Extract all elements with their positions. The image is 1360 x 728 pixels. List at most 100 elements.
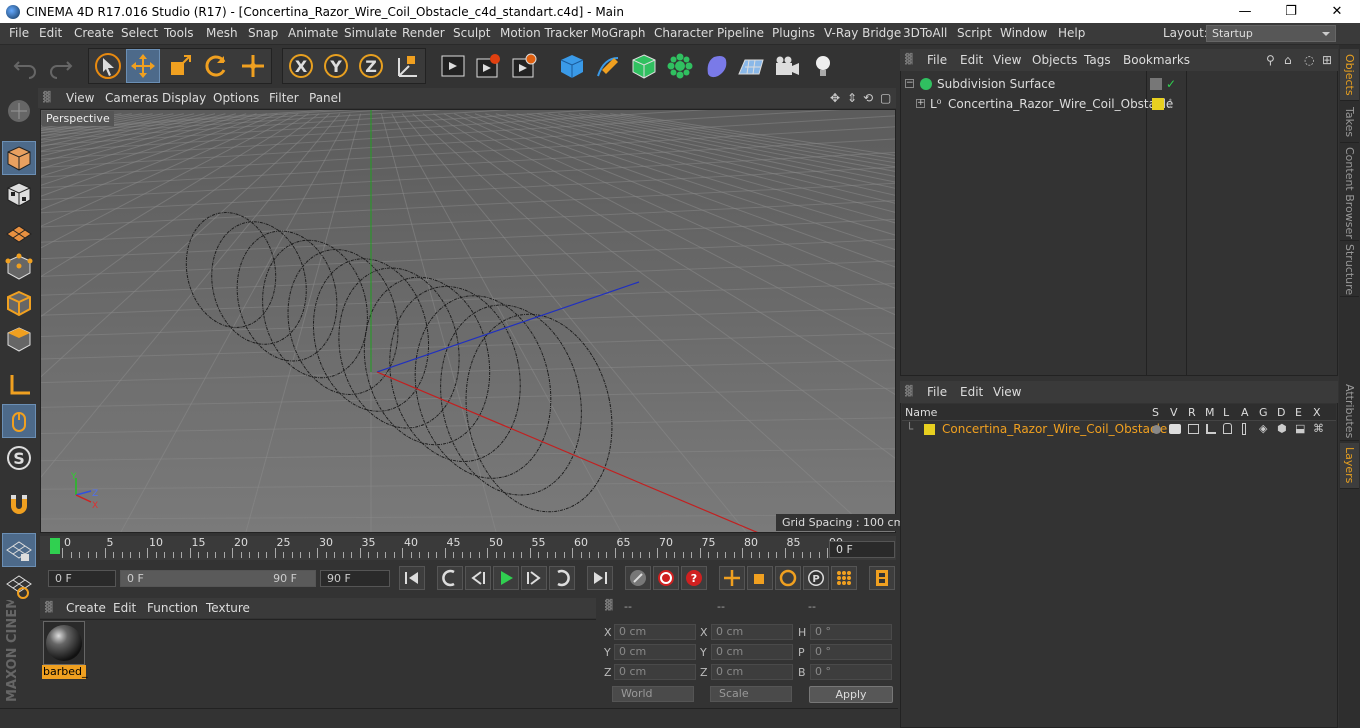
next-keyframe-icon[interactable] bbox=[549, 566, 575, 590]
key-position-icon[interactable] bbox=[719, 566, 745, 590]
points-mode-icon[interactable] bbox=[2, 250, 36, 284]
tab-attributes[interactable]: Attributes bbox=[1340, 383, 1359, 441]
layer-lock-icon[interactable] bbox=[1223, 423, 1232, 434]
viewport-perspective[interactable]: Y Z X bbox=[40, 109, 896, 533]
coordinate-mode-select[interactable]: World bbox=[612, 686, 694, 702]
rot-h-field[interactable]: 0 ° bbox=[810, 624, 892, 640]
viewport-menu-panel[interactable]: Panel bbox=[309, 91, 341, 105]
viewport-camera-label[interactable]: Perspective bbox=[42, 111, 114, 126]
menu-plugins[interactable]: Plugins bbox=[772, 26, 815, 40]
viewport-menu-options[interactable]: Options bbox=[213, 91, 259, 105]
minimize-button[interactable]: — bbox=[1222, 0, 1268, 23]
apply-button[interactable]: Apply bbox=[809, 686, 893, 703]
objects-home-icon[interactable]: ⌂ bbox=[1284, 53, 1292, 67]
menu-file[interactable]: File bbox=[9, 26, 29, 40]
viewport-canvas[interactable]: Y Z X bbox=[41, 110, 896, 533]
rot-b-field[interactable]: 0 ° bbox=[810, 664, 892, 680]
end-frame-field[interactable]: 90 F bbox=[320, 570, 390, 587]
objects-menu-view[interactable]: View bbox=[993, 53, 1021, 67]
pos-y-field[interactable]: 0 cm bbox=[614, 644, 696, 660]
layers-menu-edit[interactable]: Edit bbox=[960, 385, 983, 399]
menu-motion-tracker[interactable]: Motion Tracker bbox=[500, 26, 588, 40]
select-arrow-icon[interactable] bbox=[91, 49, 125, 83]
objects-search-icon[interactable]: ⚲ bbox=[1266, 53, 1275, 67]
objects-menu-tags[interactable]: Tags bbox=[1084, 53, 1111, 67]
layer-row[interactable]: └ Concertina_Razor_Wire_Coil_Obstacle ◈ … bbox=[902, 421, 1336, 438]
material-name-label[interactable]: barbed_ bbox=[42, 665, 87, 679]
viewport-maximize-icon[interactable]: ▢ bbox=[880, 91, 891, 105]
magnet-icon[interactable] bbox=[2, 487, 36, 521]
tab-structure[interactable]: Structure bbox=[1340, 243, 1359, 297]
subdivision-surface-icon[interactable] bbox=[627, 49, 661, 83]
menu-snap[interactable]: Snap bbox=[248, 26, 278, 40]
layer-visible-eye-icon[interactable] bbox=[1169, 424, 1181, 434]
menu-mograph[interactable]: MoGraph bbox=[591, 26, 646, 40]
layer-color-icon[interactable] bbox=[1152, 98, 1164, 110]
layer-deformers-icon[interactable]: ⬢ bbox=[1277, 423, 1287, 435]
undo-icon[interactable] bbox=[8, 49, 42, 83]
restore-button[interactable]: ❐ bbox=[1268, 0, 1314, 23]
viewport-menu-cameras[interactable]: Cameras bbox=[105, 91, 158, 105]
menu-mesh[interactable]: Mesh bbox=[206, 26, 238, 40]
menu-edit[interactable]: Edit bbox=[39, 26, 62, 40]
layer-solo-icon[interactable] bbox=[1152, 425, 1161, 434]
rot-p-field[interactable]: 0 ° bbox=[810, 644, 892, 660]
key-rotation-icon[interactable] bbox=[775, 566, 801, 590]
menu-script[interactable]: Script bbox=[957, 26, 992, 40]
objects-menu-bookmarks[interactable]: Bookmarks bbox=[1123, 53, 1190, 67]
object-row-concertina[interactable]: + L⁰ Concertina_Razor_Wire_Coil_Obstacle… bbox=[902, 94, 1336, 114]
next-frame-icon[interactable] bbox=[521, 566, 547, 590]
key-scale-icon[interactable] bbox=[747, 566, 773, 590]
viewport-menu-filter[interactable]: Filter bbox=[269, 91, 299, 105]
menu-select[interactable]: Select bbox=[121, 26, 158, 40]
y-axis-lock-icon[interactable]: Y bbox=[319, 49, 353, 83]
key-pla-icon[interactable] bbox=[831, 566, 857, 590]
make-editable-icon[interactable] bbox=[2, 94, 36, 128]
objects-menu-objects[interactable]: Objects bbox=[1032, 53, 1077, 67]
layer-color-swatch[interactable] bbox=[924, 424, 935, 435]
objects-menu-edit[interactable]: Edit bbox=[960, 53, 983, 67]
planar-workplane-icon[interactable] bbox=[2, 569, 36, 603]
go-to-end-icon[interactable] bbox=[587, 566, 613, 590]
layers-menu-view[interactable]: View bbox=[993, 385, 1021, 399]
menu-character[interactable]: Character bbox=[654, 26, 713, 40]
camera-icon[interactable] bbox=[770, 49, 804, 83]
viewport-menu-view[interactable]: View bbox=[66, 91, 94, 105]
model-mode-icon[interactable] bbox=[2, 141, 36, 175]
collapse-toggle-icon[interactable]: − bbox=[905, 79, 914, 88]
menu-simulate[interactable]: Simulate bbox=[344, 26, 397, 40]
size-mode-select[interactable]: Scale bbox=[710, 686, 792, 702]
menu-sculpt[interactable]: Sculpt bbox=[453, 26, 490, 40]
previous-keyframe-icon[interactable] bbox=[437, 566, 463, 590]
menu-pipeline[interactable]: Pipeline bbox=[717, 26, 764, 40]
axis-mode-icon[interactable] bbox=[2, 368, 36, 402]
z-axis-lock-icon[interactable]: Z bbox=[354, 49, 388, 83]
x-axis-lock-icon[interactable]: X bbox=[284, 49, 318, 83]
objects-new-window-icon[interactable]: ⊞ bbox=[1322, 53, 1332, 67]
coordinate-system-icon[interactable] bbox=[390, 49, 424, 83]
layer-expressions-icon[interactable]: ⬓ bbox=[1295, 423, 1305, 435]
lock-workplane-icon[interactable] bbox=[2, 533, 36, 567]
viewport-zoom-icon[interactable]: ⇕ bbox=[847, 91, 857, 105]
transform-icon[interactable] bbox=[236, 49, 270, 83]
floor-icon[interactable] bbox=[734, 49, 768, 83]
layer-animation-icon[interactable] bbox=[1242, 423, 1246, 435]
objects-navigate-icon[interactable]: ◌ bbox=[1304, 53, 1314, 67]
menu-help[interactable]: Help bbox=[1058, 26, 1085, 40]
play-icon[interactable] bbox=[493, 566, 519, 590]
motion-path-icon[interactable] bbox=[625, 566, 651, 590]
object-row-subdivision-surface[interactable]: − Subdivision Surface ✓ bbox=[902, 74, 1336, 94]
snap-icon[interactable]: S bbox=[2, 441, 36, 475]
start-frame-field[interactable]: 0 F bbox=[48, 570, 116, 587]
size-z-field[interactable]: 0 cm bbox=[711, 664, 793, 680]
layer-name[interactable]: Concertina_Razor_Wire_Coil_Obstacle bbox=[942, 421, 1167, 438]
light-icon[interactable] bbox=[806, 49, 840, 83]
pos-x-field[interactable]: 0 cm bbox=[614, 624, 696, 640]
tab-objects[interactable]: Objects bbox=[1340, 49, 1359, 101]
layers-menu-file[interactable]: File bbox=[927, 385, 947, 399]
cloner-icon[interactable] bbox=[663, 49, 697, 83]
menu-tools[interactable]: Tools bbox=[164, 26, 194, 40]
layer-xref-icon[interactable]: ⌘ bbox=[1313, 423, 1324, 435]
scale-icon[interactable] bbox=[163, 49, 197, 83]
object-name[interactable]: Concertina_Razor_Wire_Coil_Obstacle bbox=[948, 94, 1173, 114]
